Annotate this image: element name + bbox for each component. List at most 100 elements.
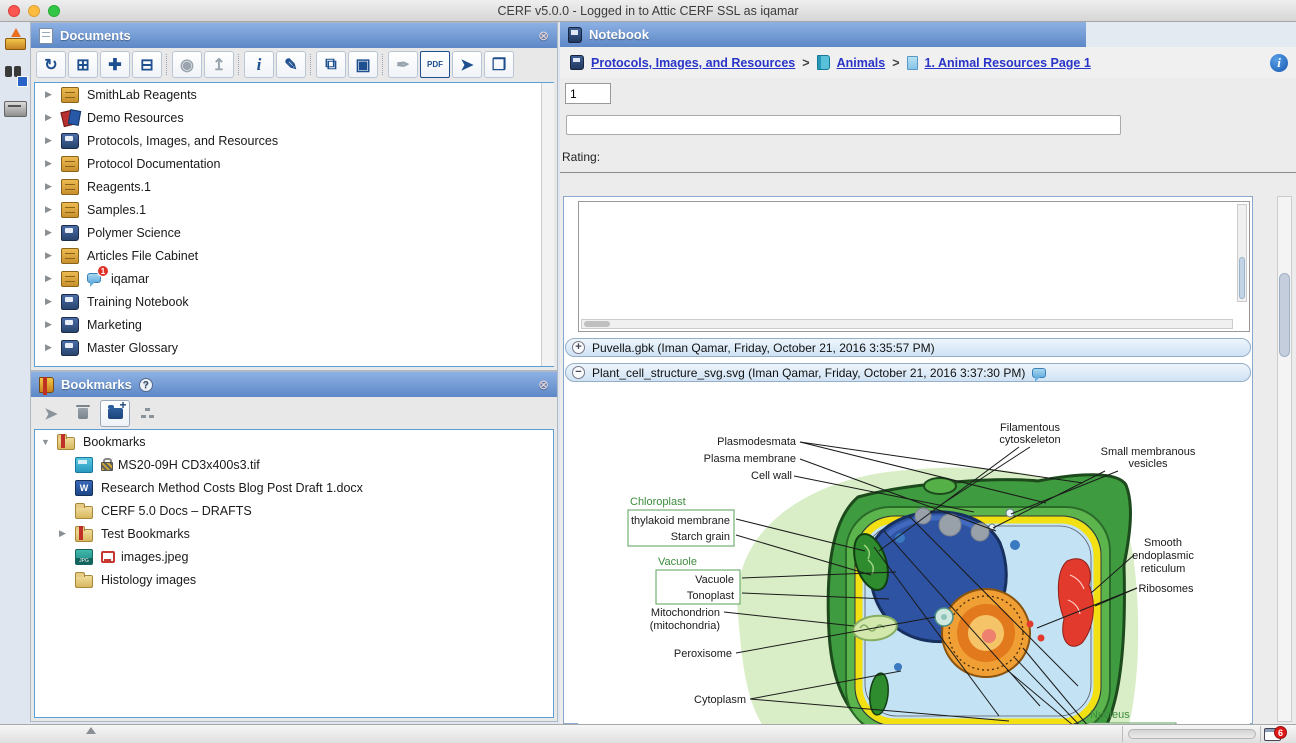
expander-icon[interactable]: ▶ (45, 89, 61, 100)
entry-label: Puvella.gbk (Iman Qamar, Friday, October… (592, 341, 935, 355)
send-to-icon[interactable]: ➤ (36, 400, 66, 427)
new-folder-icon[interactable] (100, 400, 130, 427)
search-binoculars-icon[interactable] (3, 64, 27, 84)
item-icon (75, 506, 93, 519)
trash-icon[interactable] (68, 400, 98, 427)
comment-bubble-icon[interactable]: 1 (87, 272, 101, 286)
tree-row[interactable]: ▶ Marketing (35, 313, 553, 336)
bookmark-row[interactable]: MS20-09H CD3x400s3.tif (35, 453, 553, 476)
breadcrumb-link-protocols[interactable]: Protocols, Images, and Resources (591, 56, 795, 70)
splitter-grip[interactable] (86, 727, 96, 734)
expander-icon[interactable]: ▶ (45, 135, 61, 146)
tree-row[interactable]: ▶ Polymer Science (35, 221, 553, 244)
export-icon[interactable]: ↥ (204, 51, 234, 78)
breadcrumb-link-animals[interactable]: Animals (837, 56, 886, 70)
tree-row[interactable]: ▶ Protocols, Images, and Resources (35, 129, 553, 152)
item-label: Training Notebook (87, 295, 189, 309)
notebook-scrollbar[interactable] (1277, 196, 1292, 722)
item-icon (61, 271, 79, 287)
info-icon[interactable]: i (1270, 54, 1288, 72)
tree-row[interactable]: ▶ 1 iqamar (35, 267, 553, 290)
bookmarks-toolbar: ➤ (31, 397, 557, 430)
chromatogram-hscrollbar[interactable] (581, 319, 1233, 329)
book-icon (817, 55, 830, 70)
expander-icon[interactable]: ▶ (45, 319, 61, 330)
bookmark-row[interactable]: CERF 5.0 Docs – DRAFTS (35, 499, 553, 522)
edit-details-icon[interactable]: ✎ (276, 51, 306, 78)
documents-icon (39, 28, 53, 44)
label-nucleus: Nucleus (1090, 709, 1130, 721)
item-label: images.jpeg (121, 550, 188, 564)
expand-icon[interactable]: + (572, 341, 585, 354)
documents-toolbar: ↻⊞✚⊟ ◉↥ i✎ ⧉▣ ✒PDF➤❒ (31, 48, 557, 81)
add-icon[interactable]: ✚ (100, 51, 130, 78)
view-icon[interactable]: ◉ (172, 51, 202, 78)
label-vacuole: Vacuole (695, 574, 734, 586)
expander-icon[interactable]: ▼ (41, 437, 57, 447)
expander-icon[interactable]: ▶ (45, 158, 61, 169)
open-book-icon[interactable]: ❒ (484, 51, 514, 78)
tree-row[interactable]: ▶ Articles File Cabinet (35, 244, 553, 267)
expander-icon[interactable]: ▶ (59, 528, 75, 539)
expander-icon[interactable]: ▶ (45, 227, 61, 238)
hierarchy-icon[interactable] (132, 400, 162, 427)
remove-document-icon[interactable]: ⊟ (132, 51, 162, 78)
entry-puvella[interactable]: + Puvella.gbk (Iman Qamar, Friday, Octob… (565, 338, 1251, 357)
bookmarks-icon (39, 377, 54, 393)
expander-icon[interactable]: ▶ (45, 296, 61, 307)
bookmark-row[interactable]: ▼ Bookmarks (35, 430, 553, 453)
tree-row[interactable]: ▶ Demo Resources (35, 106, 553, 129)
tree-row[interactable]: ▶ Master Glossary (35, 336, 553, 359)
expander-icon[interactable]: ▶ (45, 181, 61, 192)
expander-icon[interactable]: ▶ (45, 204, 61, 215)
label-cell-wall: Cell wall (751, 470, 792, 482)
comment-bubble-icon[interactable] (1032, 368, 1046, 378)
breadcrumb: Protocols, Images, and Resources > Anima… (560, 47, 1296, 78)
tree-row[interactable]: ▶ Reagents.1 (35, 175, 553, 198)
copy-icon[interactable]: ⧉ (316, 51, 346, 78)
chromatogram-entry[interactable] (578, 201, 1250, 332)
send-to-icon[interactable]: ➤ (452, 51, 482, 78)
notebook-panel: Notebook Protocols, Images, and Resource… (560, 22, 1296, 724)
paste-icon[interactable]: ▣ (348, 51, 378, 78)
bookmarks-panel: Bookmarks ? ⊗ ➤ ▼ Bookmarks MS20-0 (30, 371, 558, 722)
tags-input[interactable] (566, 115, 1121, 135)
drive-icon[interactable] (3, 98, 27, 118)
label-mitochondria: (mitochondria) (650, 620, 720, 632)
tree-row[interactable]: ▶ Training Notebook (35, 290, 553, 313)
add-document-icon[interactable]: ⊞ (68, 51, 98, 78)
refresh-icon[interactable]: ↻ (36, 51, 66, 78)
bookmark-row[interactable]: ▶ Test Bookmarks (35, 522, 553, 545)
close-icon[interactable]: ⊗ (538, 377, 549, 393)
bookmark-row[interactable]: Histology images (35, 568, 553, 591)
expander-icon[interactable]: ▶ (45, 342, 61, 353)
import-tray-icon[interactable] (3, 30, 27, 50)
bookmark-row[interactable]: Research Method Costs Blog Post Draft 1.… (35, 476, 553, 499)
tree-row[interactable]: ▶ Samples.1 (35, 198, 553, 221)
documents-scrollbar[interactable] (541, 83, 554, 366)
label-chloroplast: Chloroplast (630, 496, 686, 508)
chromatogram-vscrollbar[interactable] (1237, 204, 1247, 302)
breadcrumb-link-page[interactable]: 1. Animal Resources Page 1 (925, 56, 1091, 70)
info-icon[interactable]: i (244, 51, 274, 78)
expander-icon[interactable]: ▶ (45, 250, 61, 261)
item-icon (61, 179, 79, 195)
label-thylakoid: thylakoid membrane (631, 515, 730, 527)
help-icon[interactable]: ? (139, 378, 153, 392)
item-icon (61, 133, 79, 149)
collapse-icon[interactable]: − (572, 366, 585, 379)
expander-icon[interactable]: ▶ (45, 273, 61, 284)
item-icon (61, 156, 79, 172)
item-icon (61, 340, 79, 356)
close-icon[interactable]: ⊗ (538, 28, 549, 44)
entry-plant-cell[interactable]: − Plant_cell_structure_svg.svg (Iman Qam… (565, 363, 1251, 382)
label-vesicles-2: vesicles (1128, 458, 1168, 470)
item-label: Protocol Documentation (87, 157, 220, 171)
pdf-icon[interactable]: PDF (420, 51, 450, 78)
page-number-input[interactable] (565, 83, 611, 104)
sign-icon[interactable]: ✒ (388, 51, 418, 78)
tree-row[interactable]: ▶ Protocol Documentation (35, 152, 553, 175)
expander-icon[interactable]: ▶ (45, 112, 61, 123)
tree-row[interactable]: ▶ SmithLab Reagents (35, 83, 553, 106)
bookmark-row[interactable]: images.jpeg (35, 545, 553, 568)
